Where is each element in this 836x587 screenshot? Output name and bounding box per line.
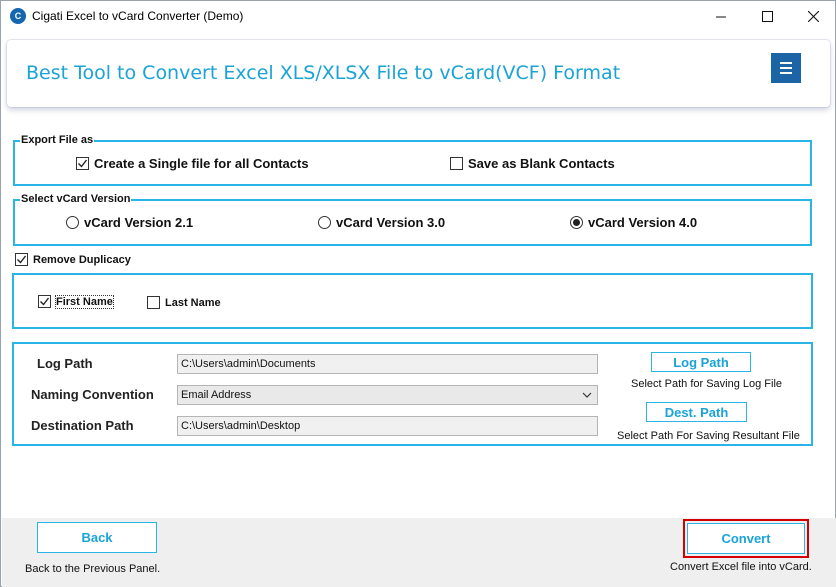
log-path-hint: Select Path for Saving Log File (631, 378, 783, 390)
dest-path-button[interactable]: Dest. Path (646, 402, 747, 422)
export-file-legend: Export File as (20, 134, 95, 146)
maximize-button[interactable] (744, 1, 790, 32)
convert-hint: Convert Excel file into vCard. (670, 561, 812, 573)
radio-circle[interactable] (66, 216, 79, 229)
radio-vcard-4-0[interactable]: vCard Version 4.0 (570, 215, 697, 230)
radio-vcard-2-1[interactable]: vCard Version 2.1 (66, 215, 193, 230)
app-logo-icon: C (10, 8, 26, 24)
radio-label: vCard Version 3.0 (336, 215, 446, 230)
log-path-input[interactable]: C:\Users\admin\Documents (177, 354, 598, 374)
window-title: Cigati Excel to vCard Converter (Demo) (32, 9, 244, 23)
vcard-version-group: Select vCard Version vCard Version 2.1 v… (13, 193, 812, 246)
single-file-label: Create a Single file for all Contacts (94, 156, 309, 171)
paths-group: Log Path C:\Users\admin\Documents Naming… (12, 342, 813, 446)
vcard-version-legend: Select vCard Version (20, 193, 132, 205)
log-path-button[interactable]: Log Path (651, 352, 751, 372)
checkbox-box[interactable] (76, 157, 89, 170)
minimize-icon (715, 16, 726, 18)
first-name-label: First Name (55, 294, 114, 309)
header-banner: Best Tool to Convert Excel XLS/XLSX File… (7, 40, 830, 107)
hamburger-icon (780, 61, 792, 76)
log-path-label: Log Path (37, 356, 93, 371)
radio-circle[interactable] (318, 216, 331, 229)
convert-highlight: Convert (683, 519, 809, 558)
radio-selected-dot (573, 219, 580, 226)
footer-bar: Back Back to the Previous Panel. Convert… (2, 518, 836, 587)
remove-duplicacy-label: Remove Duplicacy (33, 253, 131, 266)
minimize-button[interactable] (698, 1, 744, 32)
duplicacy-fields-group: First Name Last Name (12, 273, 813, 329)
naming-convention-label: Naming Convention (31, 387, 154, 402)
naming-convention-select[interactable]: Email Address (177, 385, 598, 405)
menu-button[interactable] (771, 53, 801, 83)
destination-path-input[interactable]: C:\Users\admin\Desktop (177, 416, 598, 436)
blank-contacts-checkbox[interactable]: Save as Blank Contacts (450, 156, 615, 171)
back-button[interactable]: Back (37, 522, 157, 553)
checkbox-box[interactable] (147, 296, 160, 309)
page-title: Best Tool to Convert Excel XLS/XLSX File… (26, 62, 621, 84)
checkmark-icon (17, 255, 27, 264)
checkbox-box[interactable] (450, 157, 463, 170)
last-name-label: Last Name (165, 296, 221, 309)
close-icon (807, 11, 819, 22)
close-button[interactable] (790, 1, 836, 32)
radio-circle[interactable] (570, 216, 583, 229)
single-file-checkbox[interactable]: Create a Single file for all Contacts (76, 156, 309, 171)
radio-vcard-3-0[interactable]: vCard Version 3.0 (318, 215, 445, 230)
destination-path-label: Destination Path (31, 418, 134, 433)
export-file-group: Export File as Create a Single file for … (13, 134, 812, 186)
title-bar: C Cigati Excel to vCard Converter (Demo) (1, 1, 835, 32)
checkbox-box[interactable] (15, 253, 28, 266)
checkmark-icon (40, 297, 50, 306)
convert-button[interactable]: Convert (687, 523, 805, 554)
naming-convention-value: Email Address (181, 389, 252, 401)
maximize-icon (761, 11, 773, 22)
first-name-checkbox[interactable]: First Name (38, 294, 114, 309)
remove-duplicacy-checkbox[interactable]: Remove Duplicacy (15, 253, 131, 266)
blank-contacts-label: Save as Blank Contacts (468, 156, 615, 171)
app-window: C Cigati Excel to vCard Converter (Demo)… (0, 0, 836, 587)
last-name-checkbox[interactable]: Last Name (147, 296, 221, 309)
checkbox-box[interactable] (38, 295, 51, 308)
radio-label: vCard Version 4.0 (588, 215, 698, 230)
dest-path-hint: Select Path For Saving Resultant File (617, 430, 800, 442)
chevron-down-icon (582, 392, 592, 398)
back-hint: Back to the Previous Panel. (25, 563, 161, 575)
checkmark-icon (78, 159, 88, 168)
radio-label: vCard Version 2.1 (84, 215, 194, 230)
